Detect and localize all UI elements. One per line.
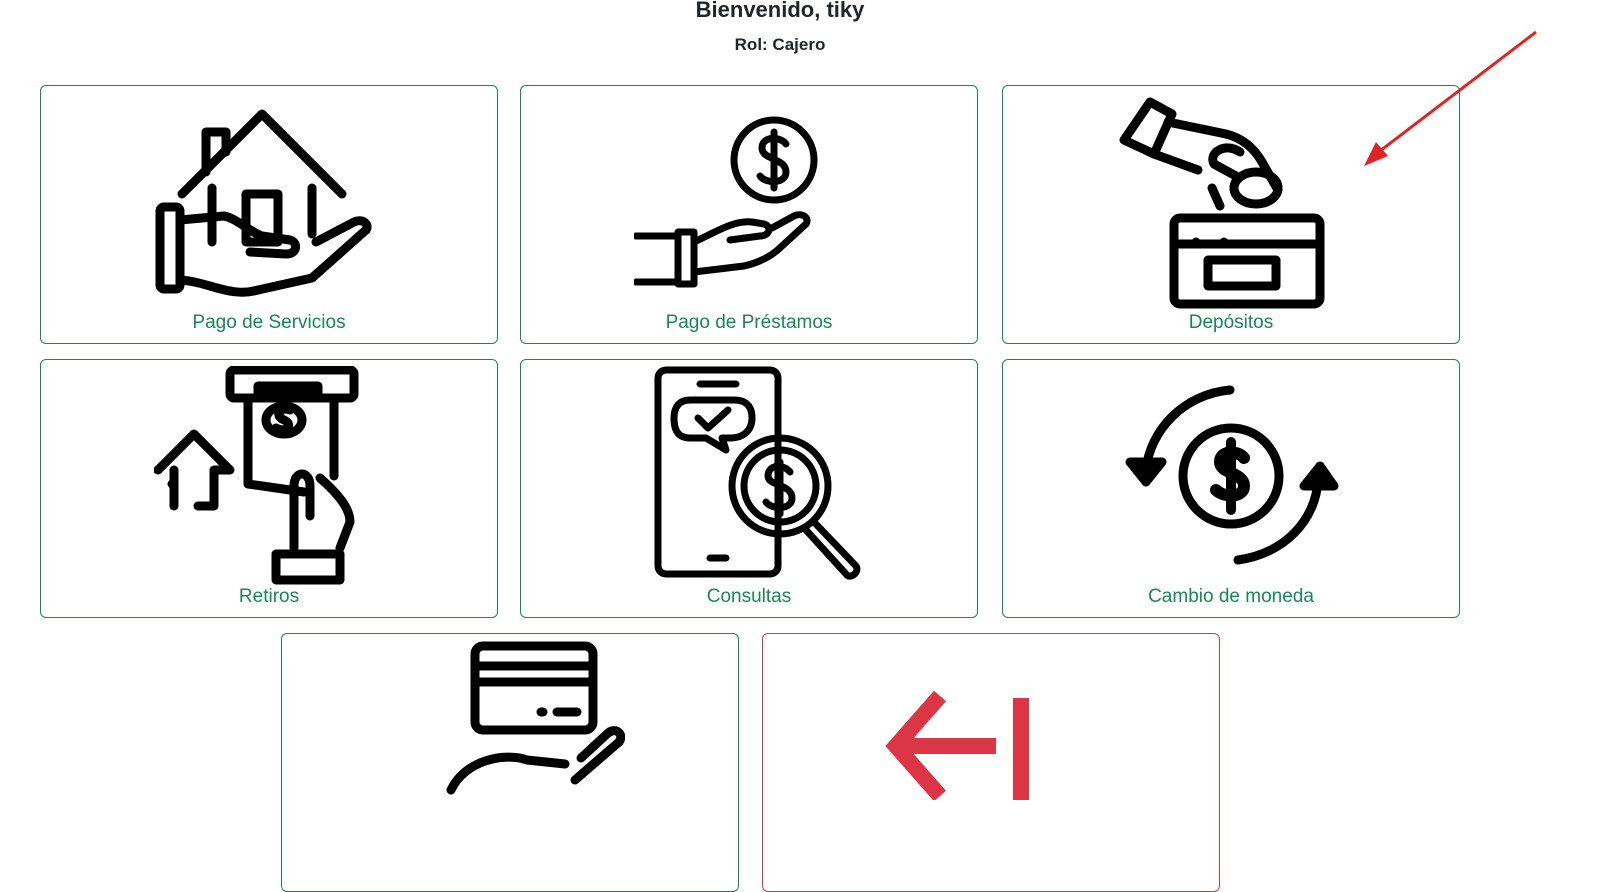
option-cerrar-sesion[interactable] (762, 633, 1220, 892)
option-pago-tarjeta[interactable] (281, 633, 739, 892)
option-label: Cambio de moneda (1148, 586, 1314, 607)
option-pago-servicios[interactable]: Pago de Servicios (40, 85, 498, 344)
role-label: Rol: Cajero (734, 35, 826, 54)
welcome-heading: Bienvenido, tiky (695, 0, 865, 22)
annotation-arrow-icon (1364, 30, 1537, 166)
option-label: Consultas (706, 586, 792, 607)
card-payment-hand-icon (446, 641, 625, 795)
deposit-coin-box-icon (1119, 97, 1325, 309)
coin-in-hand-icon (634, 116, 818, 288)
phone-search-dollar-icon (654, 366, 861, 580)
option-cambio-moneda[interactable]: Cambio de moneda (1002, 359, 1460, 618)
atm-withdraw-icon (154, 366, 359, 585)
option-label: Pago de Servicios (192, 312, 346, 333)
currency-exchange-icon (1125, 385, 1339, 565)
option-pago-prestamos[interactable]: Pago de Préstamos (520, 85, 978, 344)
option-label: Pago de Préstamos (665, 312, 833, 333)
option-retiros[interactable]: Retiros (40, 359, 498, 618)
option-consultas[interactable]: Consultas (520, 359, 978, 618)
house-in-hand-icon (155, 109, 372, 297)
logout-arrow-icon (885, 690, 1029, 800)
option-label: Retiros (238, 586, 300, 607)
option-label: Depósitos (1188, 312, 1274, 333)
